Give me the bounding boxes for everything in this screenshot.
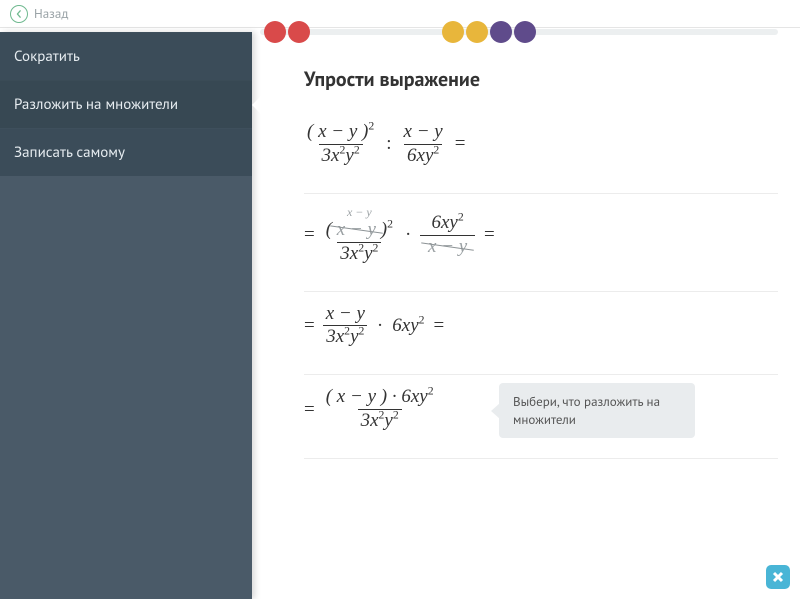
math-expression: = ( x − y ) · 6xy2 3x2y2 xyxy=(304,387,437,432)
progress-dot xyxy=(442,21,464,43)
math-expression: ( x − y )2 3x2y2 : x − y 6xy2 = xyxy=(304,122,778,167)
sidebar-item-reduce[interactable]: Сократить xyxy=(0,32,252,80)
hint-tooltip: Выбери, что разложить на множители xyxy=(499,383,695,438)
sidebar-fill xyxy=(0,176,252,599)
sidebar-item-label: Записать самому xyxy=(14,143,125,162)
sidebar: Сократить Разложить на множители Записат… xyxy=(0,32,252,599)
math-step[interactable]: ( x − y )2 3x2y2 : x − y 6xy2 = xyxy=(304,110,778,194)
cancel-annotation: x − y xyxy=(347,206,372,218)
math-step[interactable]: = x − y 3x2y2 · 6xy2 = xyxy=(304,292,778,376)
progress-dot xyxy=(514,21,536,43)
sidebar-item-write-yourself[interactable]: Записать самому xyxy=(0,128,252,176)
content-area: Упрости выражение ( x − y )2 3x2y2 : x −… xyxy=(252,28,800,599)
progress-dot xyxy=(288,21,310,43)
math-expression: = x − y 3x2y2 · 6xy2 = xyxy=(304,304,778,349)
math-expression: = x − y ( x − y )2 3x2y2 · 6xy2 x − y = xyxy=(304,206,778,265)
progress-dot xyxy=(264,21,286,43)
sidebar-item-label: Сократить xyxy=(14,47,80,66)
math-step[interactable]: = x − y ( x − y )2 3x2y2 · 6xy2 x − y = xyxy=(304,194,778,292)
page-title: Упрости выражение xyxy=(304,66,778,92)
progress-dot xyxy=(466,21,488,43)
close-icon xyxy=(771,570,785,584)
math-step[interactable]: = ( x − y ) · 6xy2 3x2y2 Выбери, что раз… xyxy=(304,375,778,459)
sidebar-item-label: Разложить на множители xyxy=(14,95,178,114)
selected-caret-icon xyxy=(252,95,262,115)
progress-dot xyxy=(490,21,512,43)
close-button[interactable] xyxy=(766,565,790,589)
sidebar-item-factorize[interactable]: Разложить на множители xyxy=(0,80,252,128)
